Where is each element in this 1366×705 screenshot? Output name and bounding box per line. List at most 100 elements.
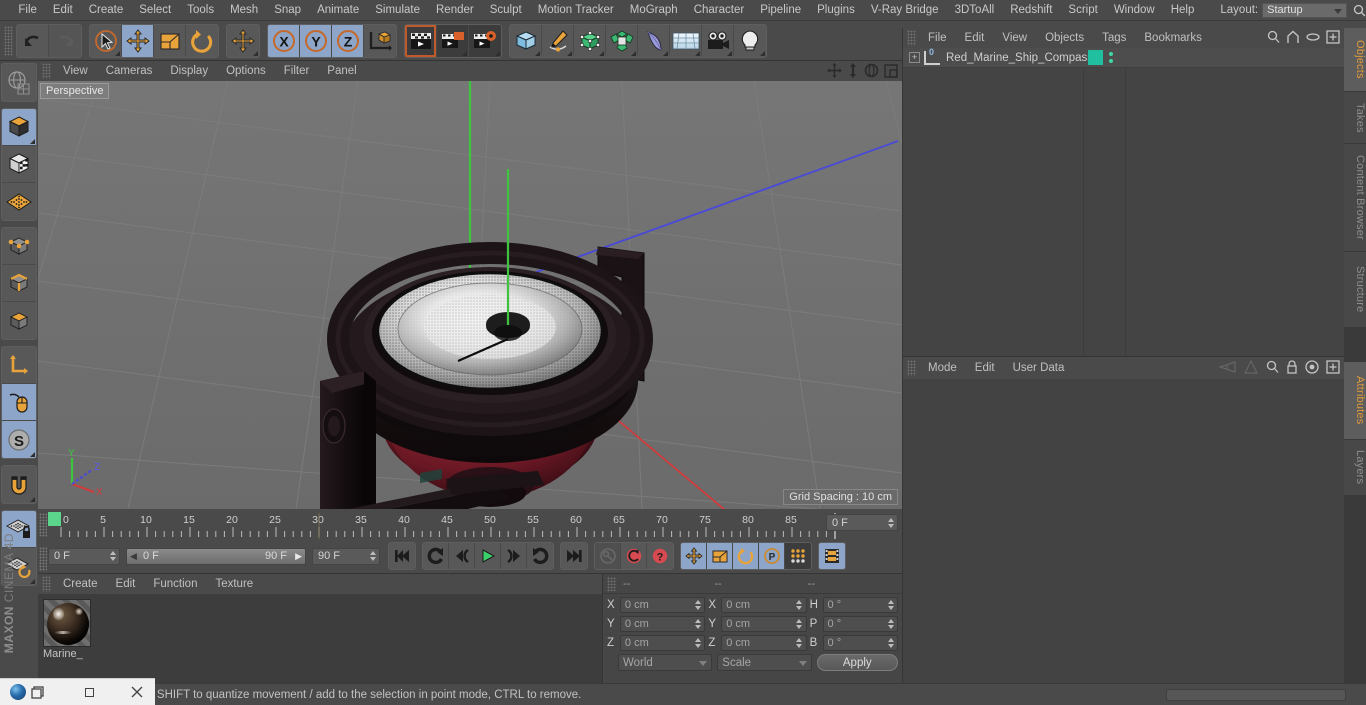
stepper-icon[interactable] <box>108 550 117 563</box>
tool-options-corner[interactable] <box>663 50 668 56</box>
rotation-key-toggle[interactable] <box>733 543 759 569</box>
stepper-icon[interactable] <box>693 637 702 650</box>
material-manager-grip[interactable] <box>42 576 51 592</box>
plus-box-icon[interactable] <box>1326 360 1340 377</box>
move-camera-icon[interactable] <box>827 63 842 81</box>
animation-toolbar-grip[interactable] <box>39 547 47 571</box>
size-y-field[interactable]: 0 cm <box>721 616 807 632</box>
menu-item-character[interactable]: Character <box>686 0 753 21</box>
tool-options-corner[interactable] <box>495 50 500 56</box>
material-menu-texture[interactable]: Texture <box>206 574 262 594</box>
visibility-dots-icon[interactable] <box>1109 52 1113 63</box>
undo-button[interactable] <box>17 24 49 57</box>
coordinates-grip[interactable] <box>607 576 616 591</box>
stepper-icon[interactable] <box>795 618 804 631</box>
stepper-icon[interactable] <box>886 599 895 612</box>
object-row-red-marine-ship-compass[interactable]: + 0 Red_Marine_Ship_Compass <box>903 47 1345 68</box>
position-x-field[interactable]: 0 cm <box>619 597 706 613</box>
material-thumbnail[interactable] <box>43 599 91 647</box>
magnet-tool-button[interactable] <box>2 466 36 503</box>
viewport-menu-cameras[interactable]: Cameras <box>97 61 162 81</box>
menu-item-script[interactable]: Script <box>1060 0 1105 21</box>
stepper-icon[interactable] <box>886 516 895 529</box>
dolly-camera-icon[interactable] <box>847 63 859 81</box>
object-menu-objects[interactable]: Objects <box>1036 28 1093 48</box>
go-to-next-frame-button[interactable] <box>501 543 527 569</box>
expand-toggle-icon[interactable]: + <box>909 52 920 63</box>
attribute-menu-edit[interactable]: Edit <box>966 357 1004 379</box>
bend-object-button[interactable] <box>638 24 670 57</box>
scale-tool[interactable] <box>154 24 186 57</box>
attribute-menu-mode[interactable]: Mode <box>919 357 966 379</box>
soft-selection-button[interactable]: S <box>2 421 36 458</box>
autokeying-button[interactable] <box>621 543 647 569</box>
material-list[interactable]: Marine_ <box>38 594 602 684</box>
menu-item-animate[interactable]: Animate <box>309 0 367 21</box>
timeline-right-frame-field[interactable]: 0 F <box>826 514 898 531</box>
menu-item-motion-tracker[interactable]: Motion Tracker <box>530 0 622 21</box>
object-name[interactable]: Red_Marine_Ship_Compass <box>946 52 1093 64</box>
tab-layers[interactable]: Layers <box>1344 440 1366 496</box>
menu-item-help[interactable]: Help <box>1163 0 1203 21</box>
generators-button[interactable] <box>574 24 606 57</box>
world-object-coord-toggle[interactable] <box>364 24 396 57</box>
end-frame-field[interactable]: 90 F <box>312 547 380 565</box>
tab-structure[interactable]: Structure <box>1344 252 1366 328</box>
menu-item-snap[interactable]: Snap <box>266 0 309 21</box>
menu-item-window[interactable]: Window <box>1106 0 1163 21</box>
deformers-button[interactable] <box>606 24 638 57</box>
rotation-b-field[interactable]: 0 ° <box>822 635 899 651</box>
tool-options-corner[interactable] <box>30 579 35 584</box>
model-mode-button[interactable] <box>2 109 36 146</box>
play-reverse-loop-button[interactable] <box>423 543 449 569</box>
edges-mode-button[interactable] <box>2 265 36 302</box>
position-z-field[interactable]: 0 cm <box>619 635 706 651</box>
camera-button[interactable] <box>702 24 734 57</box>
menu-item-simulate[interactable]: Simulate <box>367 0 428 21</box>
material-menu-edit[interactable]: Edit <box>107 574 145 594</box>
restore-window-button[interactable] <box>22 679 52 705</box>
close-window-button[interactable] <box>122 679 152 705</box>
stepper-icon[interactable] <box>693 618 702 631</box>
viewport-menu-options[interactable]: Options <box>217 61 275 81</box>
lock-icon[interactable] <box>1286 360 1298 377</box>
play-button[interactable] <box>475 543 501 569</box>
timeline-ruler[interactable]: 0 5 10 15 20 25 30 35 40 45 50 55 60 65 70 75 80… <box>48 511 868 539</box>
tool-options-corner[interactable] <box>567 50 572 56</box>
viewport-menu-panel[interactable]: Panel <box>318 61 365 81</box>
search-icon[interactable] <box>1266 360 1279 377</box>
go-to-start-button[interactable] <box>389 543 415 569</box>
home-icon[interactable] <box>1286 30 1300 47</box>
tool-options-corner[interactable] <box>253 50 258 56</box>
viewport-menu-filter[interactable]: Filter <box>275 61 319 81</box>
material-menu-create[interactable]: Create <box>54 574 107 594</box>
menu-item-mograph[interactable]: MoGraph <box>622 0 686 21</box>
workplane-mode-button[interactable] <box>2 183 36 220</box>
material-tag[interactable] <box>1088 50 1103 65</box>
tool-options-corner[interactable] <box>727 50 732 56</box>
tool-options-corner[interactable] <box>695 50 700 56</box>
keyframe-selection-button[interactable]: ? <box>647 543 673 569</box>
ellipse-icon[interactable] <box>1306 30 1320 47</box>
tool-options-corner[interactable] <box>631 50 636 56</box>
parameter-key-toggle[interactable]: P <box>759 543 785 569</box>
move-tool[interactable] <box>122 24 154 57</box>
menu-item-3dtoall[interactable]: 3DToAll <box>947 0 1003 21</box>
range-right-arrow-icon[interactable]: ▶ <box>295 551 302 562</box>
enable-axis-modification-button[interactable] <box>2 384 36 421</box>
maximize-window-button[interactable] <box>74 679 104 705</box>
object-menu-view[interactable]: View <box>993 28 1036 48</box>
tool-options-corner[interactable] <box>30 497 35 502</box>
tab-takes[interactable]: Takes <box>1344 92 1366 144</box>
search-icon[interactable] <box>1353 0 1366 21</box>
timeline-grip[interactable] <box>39 513 47 537</box>
points-mode-button[interactable] <box>2 228 36 265</box>
tool-options-corner[interactable] <box>30 452 35 457</box>
apply-button[interactable]: Apply <box>816 654 898 671</box>
menu-item-mesh[interactable]: Mesh <box>222 0 266 21</box>
render-region-button[interactable] <box>437 24 469 57</box>
add-cube-button[interactable] <box>510 24 542 57</box>
rotation-h-field[interactable]: 0 ° <box>822 597 899 613</box>
make-editable-button[interactable] <box>2 64 36 101</box>
viewport-grip[interactable] <box>42 63 51 79</box>
